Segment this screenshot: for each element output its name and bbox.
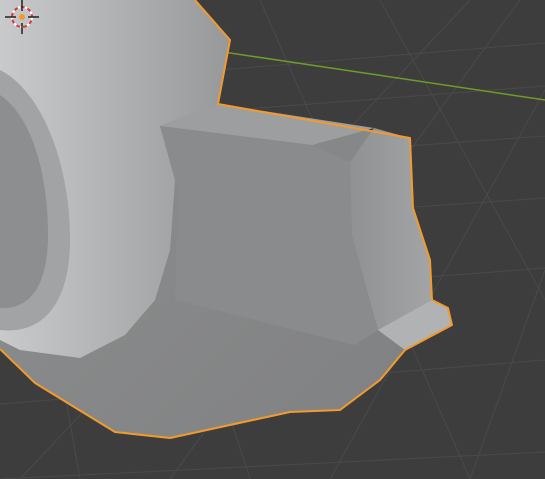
viewport-canvas[interactable] xyxy=(0,0,545,479)
3d-viewport[interactable] xyxy=(0,0,545,479)
x-axis-line xyxy=(209,49,545,101)
selected-mesh[interactable] xyxy=(0,0,453,439)
